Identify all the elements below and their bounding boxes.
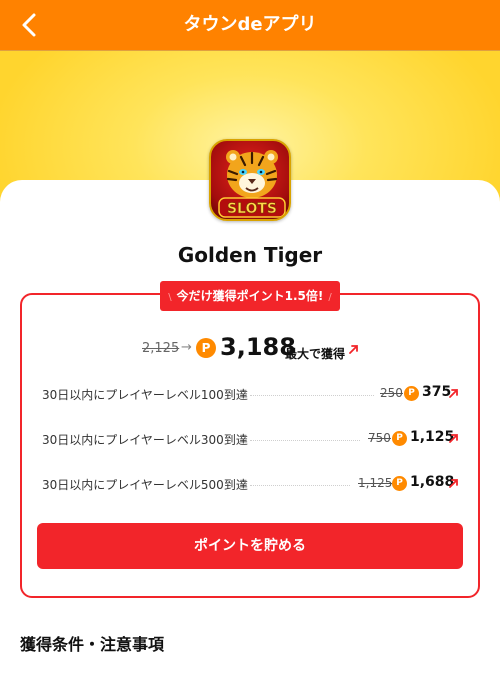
- app-name: Golden Tiger: [177, 243, 323, 267]
- dotted-leader: [250, 485, 350, 486]
- earn-points-button[interactable]: ポイントを貯める: [37, 523, 463, 569]
- point-coin-icon: P: [392, 431, 407, 446]
- task-label: 30日以内にプレイヤーレベル500到達: [42, 478, 248, 492]
- task-label: 30日以内にプレイヤーレベル100到達: [42, 388, 248, 402]
- point-coin-icon: P: [196, 338, 216, 358]
- slots-logo-text: SLOTS: [227, 201, 277, 217]
- task-old-points: 1,125: [358, 476, 393, 490]
- old-total-points: 2,125: [142, 341, 180, 356]
- task-row: 30日以内にプレイヤーレベル100到達 250 P 375: [42, 384, 462, 404]
- task-new-points: 375: [422, 384, 452, 400]
- terms-heading: 獲得条件・注意事項: [20, 635, 165, 654]
- task-row: 30日以内にプレイヤーレベル500到達 1,125 P 1,688: [42, 474, 462, 494]
- total-points-row: 2,125 → P 3,188 最大で獲得: [0, 333, 500, 365]
- app-header: タウンdeアプリ: [0, 0, 500, 51]
- arrow-up-right-icon: [349, 345, 358, 354]
- arrow-up-right-icon: [449, 434, 458, 443]
- point-coin-icon: P: [404, 386, 419, 401]
- task-old-points: 250: [380, 386, 403, 400]
- point-coin-icon: P: [392, 476, 407, 491]
- arrow-up-right-icon: [449, 479, 458, 488]
- task-row: 30日以内にプレイヤーレベル300到達 750 P 1,125: [42, 429, 462, 449]
- arrow-right-icon: →: [181, 340, 192, 355]
- dotted-leader: [250, 440, 360, 441]
- app-icon: SLOTS: [209, 139, 291, 221]
- task-label: 30日以内にプレイヤーレベル300到達: [42, 433, 248, 447]
- tiger-icon: SLOTS: [218, 150, 286, 218]
- promo-deco-right: /: [328, 292, 332, 303]
- promo-badge: \ 今だけ獲得ポイント1.5倍! /: [160, 281, 340, 311]
- task-old-points: 750: [368, 431, 391, 445]
- promo-text: 今だけ獲得ポイント1.5倍!: [176, 289, 324, 303]
- max-earn-label: 最大で獲得: [285, 347, 346, 361]
- page-title: タウンdeアプリ: [183, 14, 317, 35]
- dotted-leader: [250, 395, 374, 396]
- promo-deco-left: \: [168, 292, 172, 303]
- arrow-up-right-icon: [449, 389, 458, 398]
